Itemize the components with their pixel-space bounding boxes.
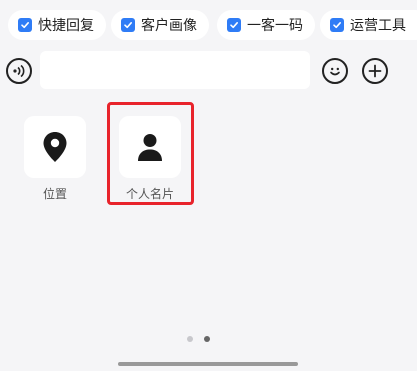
chip-customer-profile[interactable]: 客户画像 (111, 10, 209, 40)
checkbox-icon (330, 18, 344, 32)
voice-button[interactable] (6, 58, 32, 84)
chip-label: 客户画像 (141, 18, 197, 34)
input-toolbar (0, 48, 417, 96)
location-pin-icon (43, 132, 67, 162)
page-dot-2-active (204, 336, 210, 342)
chip-label: 快捷回复 (38, 18, 94, 34)
chip-one-customer-one-code[interactable]: 一客一码 (217, 10, 315, 40)
quick-chips-bar: 快捷回复 客户画像 一客一码 运营工具 (0, 0, 417, 48)
smiley-icon (330, 67, 340, 76)
plus-icon (368, 64, 382, 78)
page-dot-1 (187, 336, 193, 342)
checkbox-icon (227, 18, 241, 32)
chip-operation-tools[interactable]: 运营工具 (320, 10, 417, 40)
location-tile[interactable] (24, 116, 86, 178)
plus-button[interactable] (362, 58, 388, 84)
voice-wave-icon (13, 64, 25, 78)
message-input[interactable] (40, 51, 310, 89)
home-indicator (118, 362, 298, 366)
selection-highlight (107, 102, 194, 205)
location-label: 位置 (42, 187, 67, 201)
checkbox-icon (121, 18, 135, 32)
checkbox-icon (18, 18, 32, 32)
chip-label: 运营工具 (350, 18, 406, 34)
emoji-button[interactable] (322, 58, 348, 84)
chip-label: 一客一码 (247, 18, 303, 34)
chip-quick-reply[interactable]: 快捷回复 (8, 10, 106, 40)
